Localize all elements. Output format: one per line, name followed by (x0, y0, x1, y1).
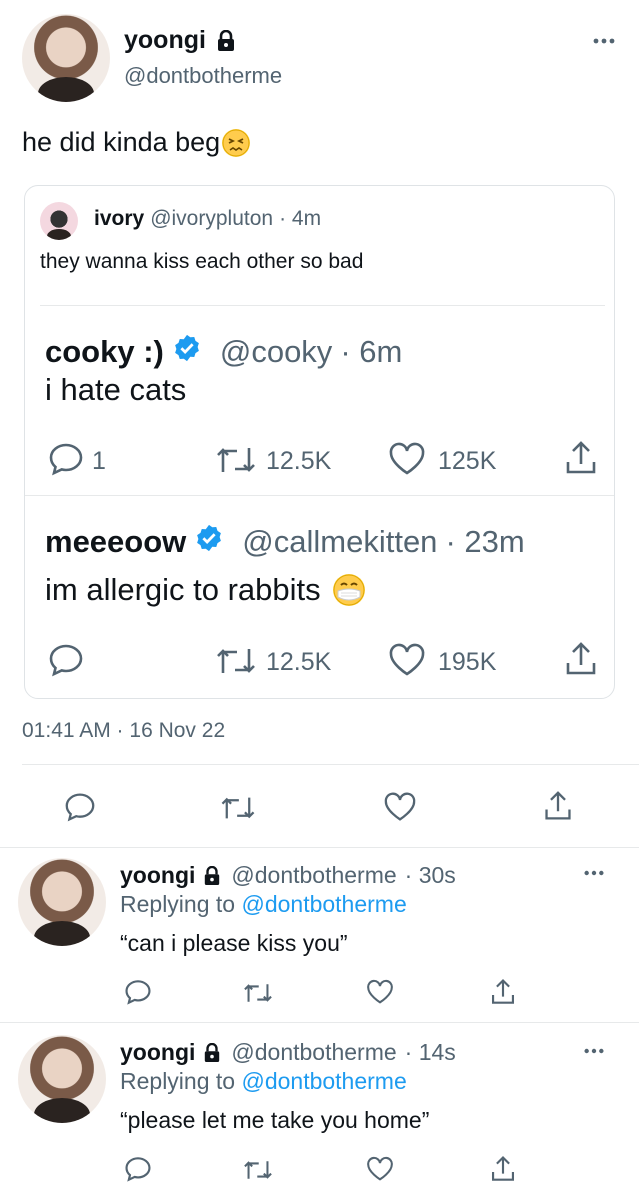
handle[interactable]: @cooky (220, 334, 332, 370)
share-icon[interactable] (490, 1155, 516, 1183)
lock-icon (203, 1042, 221, 1063)
retweet-icon[interactable] (219, 794, 257, 822)
retweet-icon[interactable] (242, 981, 274, 1005)
more-options-icon[interactable] (583, 1046, 605, 1056)
reply-icon[interactable] (48, 643, 84, 677)
reply-icon[interactable] (124, 1156, 152, 1182)
replying-to-label: Replying to (120, 1068, 236, 1094)
avatar[interactable] (40, 202, 78, 240)
like-count: 195K (438, 648, 497, 676)
like-icon[interactable] (388, 643, 426, 677)
reply-text: “can i please kiss you” (120, 930, 348, 956)
replying-to-link[interactable]: @dontbotherme (241, 891, 406, 917)
face-with-medical-mask-emoji (332, 574, 365, 606)
handle[interactable]: @callmekitten (242, 524, 437, 560)
share-icon[interactable] (490, 978, 516, 1006)
lock-icon (216, 29, 236, 52)
display-name[interactable]: ivory (94, 207, 144, 231)
reply-icon[interactable] (124, 979, 152, 1005)
embedded-tweet-text: im allergic to rabbits (45, 572, 365, 608)
embedded-tweet-text: i hate cats (45, 372, 187, 407)
handle[interactable]: @ivorypluton (150, 207, 273, 231)
quote-text: they wanna kiss each other so bad (40, 250, 364, 273)
timestamp: · 14s (404, 1039, 456, 1065)
share-icon[interactable] (564, 440, 598, 476)
timestamp: · 6m (340, 334, 403, 369)
divider (40, 305, 605, 306)
share-icon[interactable] (543, 790, 573, 822)
more-options-icon[interactable] (583, 868, 605, 878)
like-count: 125K (438, 447, 497, 475)
display-name[interactable]: meeeoow (45, 524, 186, 560)
handle[interactable]: @dontbotherme (231, 862, 396, 889)
replying-to-label: Replying to (120, 891, 236, 917)
retweet-count: 12.5K (266, 648, 332, 676)
divider (22, 764, 639, 765)
divider (25, 495, 614, 496)
timestamp: · 30s (404, 862, 456, 888)
confounded-face-emoji (222, 128, 251, 157)
divider (0, 847, 639, 848)
display-name[interactable]: cooky :) (45, 334, 164, 370)
reply-icon[interactable] (64, 792, 96, 822)
avatar[interactable] (18, 858, 106, 946)
display-name[interactable]: yoongi (120, 862, 195, 889)
verified-badge-icon (172, 333, 202, 371)
verified-badge-icon (194, 523, 224, 561)
tweet-text: he did kinda beg (22, 127, 251, 158)
reply-count: 1 (92, 447, 106, 475)
tweet-timestamp[interactable]: 01:41 AM · 16 Nov 22 (22, 719, 225, 743)
like-icon[interactable] (388, 442, 426, 476)
more-options-icon[interactable] (592, 36, 616, 46)
timestamp: · 4m (279, 207, 322, 230)
avatar[interactable] (18, 1035, 106, 1123)
avatar[interactable] (22, 14, 110, 102)
display-name[interactable]: yoongi (124, 26, 206, 55)
display-name[interactable]: yoongi (120, 1039, 195, 1066)
retweet-icon[interactable] (214, 444, 258, 476)
like-icon[interactable] (383, 792, 417, 822)
reply-text: “please let me take you home” (120, 1107, 430, 1133)
like-icon[interactable] (366, 1156, 394, 1182)
handle[interactable]: @dontbotherme (124, 63, 282, 89)
handle[interactable]: @dontbotherme (231, 1039, 396, 1066)
replying-to-link[interactable]: @dontbotherme (241, 1068, 406, 1094)
share-icon[interactable] (564, 641, 598, 677)
like-icon[interactable] (366, 979, 394, 1005)
reply-icon[interactable] (48, 442, 84, 476)
retweet-count: 12.5K (266, 447, 332, 475)
timestamp: · 23m (445, 524, 525, 559)
retweet-icon[interactable] (242, 1158, 274, 1182)
divider (0, 1022, 639, 1023)
retweet-icon[interactable] (214, 645, 258, 677)
lock-icon (203, 865, 221, 886)
